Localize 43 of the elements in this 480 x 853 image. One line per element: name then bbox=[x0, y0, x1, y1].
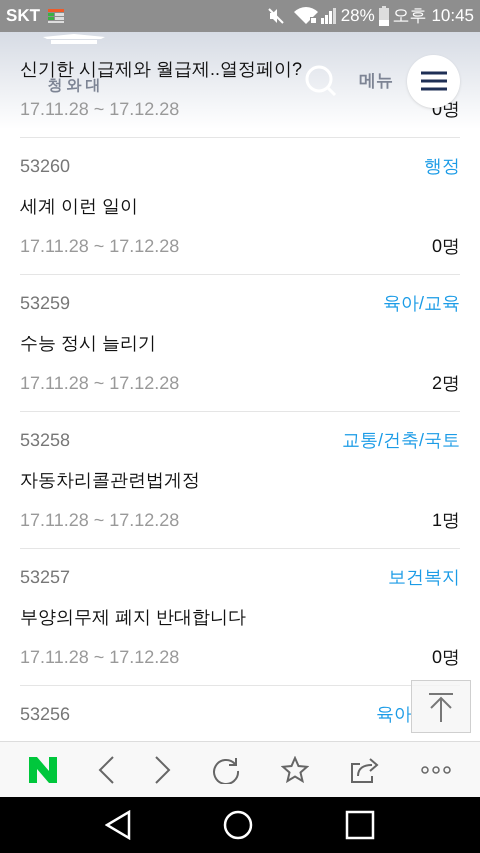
star-icon[interactable] bbox=[281, 756, 310, 784]
more-icon[interactable] bbox=[421, 766, 452, 774]
petition-period: 17.11.28 ~ 17.12.28 bbox=[20, 511, 180, 529]
back-nav-icon[interactable] bbox=[105, 810, 131, 840]
signature-count: 1명 bbox=[432, 508, 460, 532]
category-label: 행정 bbox=[424, 154, 460, 178]
forward-icon[interactable] bbox=[154, 756, 171, 784]
petition-number: 53257 bbox=[20, 566, 70, 588]
category-label: 육아 bbox=[376, 702, 412, 726]
signature-count: 0명 bbox=[432, 234, 460, 258]
battery-icon bbox=[378, 6, 389, 26]
petition-number: 53256 bbox=[20, 702, 70, 726]
wifi-icon bbox=[292, 7, 319, 25]
category-label: 교통/건축/국토 bbox=[342, 428, 460, 452]
petition-title[interactable]: 수능 정시 늘리기 bbox=[20, 331, 156, 355]
mute-icon bbox=[266, 7, 285, 25]
share-icon[interactable] bbox=[350, 756, 380, 784]
petition-period: 17.11.28 ~ 17.12.28 bbox=[20, 648, 180, 666]
petition-period: 17.11.28 ~ 17.12.28 bbox=[20, 374, 180, 392]
signature-count: 2명 bbox=[432, 372, 460, 394]
petition-number: 53259 bbox=[20, 292, 70, 314]
petition-number: 53260 bbox=[20, 154, 70, 178]
petition-title[interactable]: 자동차리콜관련법게정 bbox=[20, 468, 200, 492]
home-nav-icon[interactable] bbox=[223, 810, 253, 840]
recents-nav-icon[interactable] bbox=[345, 810, 375, 840]
petition-title[interactable]: 부양의무제 폐지 반대합니다 bbox=[20, 605, 246, 629]
back-icon[interactable] bbox=[98, 756, 114, 784]
category-label: 보건복지 bbox=[388, 566, 460, 588]
refresh-icon[interactable] bbox=[212, 756, 240, 784]
petition-title[interactable]: 세계 이런 일이 bbox=[20, 194, 138, 218]
signature-count: 0명 bbox=[432, 646, 460, 668]
app-notification-icon bbox=[48, 8, 64, 24]
carrier-name: SKT bbox=[6, 5, 40, 28]
battery-percent: 28% bbox=[340, 5, 375, 28]
menu-icon bbox=[420, 71, 446, 91]
clock: 오후 10:45 bbox=[392, 5, 474, 28]
petition-number: 53258 bbox=[20, 428, 70, 452]
arrow-up-icon bbox=[428, 692, 454, 722]
scroll-top-button[interactable] bbox=[411, 680, 471, 733]
signal-icon bbox=[320, 7, 337, 25]
category-label: 육아/교육 bbox=[382, 292, 460, 314]
petition-period: 17.11.28 ~ 17.12.28 bbox=[20, 237, 180, 255]
petition-period: 17.11.28 ~ 17.12.28 bbox=[20, 100, 180, 118]
